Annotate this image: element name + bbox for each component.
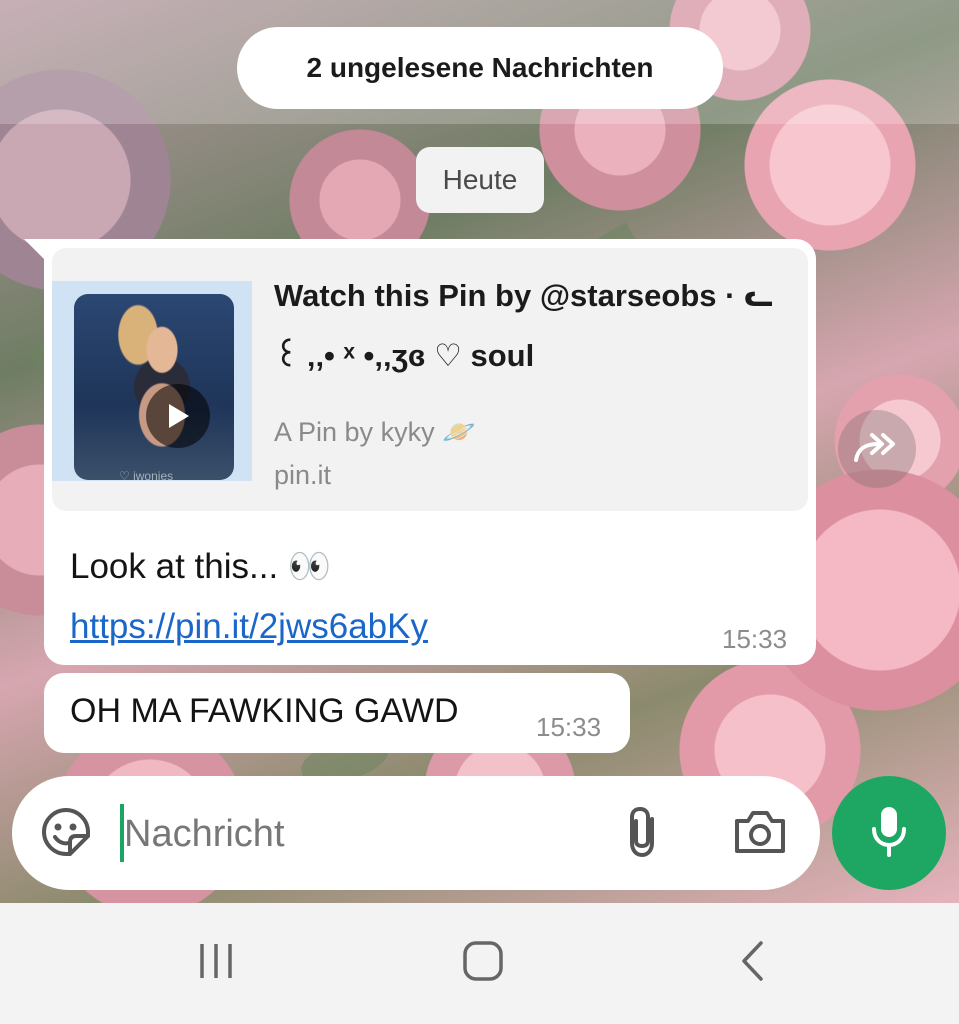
unread-messages-label: 2 ungelesene Nachrichten (306, 52, 654, 83)
preview-description: A Pin by kyky 🪐 (274, 417, 476, 447)
home-icon (462, 940, 504, 987)
message-input[interactable] (122, 804, 596, 864)
camera-button[interactable] (730, 806, 790, 862)
sticker-button[interactable] (38, 806, 94, 862)
preview-domain: pin.it (274, 460, 332, 490)
date-separator: Heute (416, 147, 544, 213)
bubble-tail (24, 239, 46, 261)
recents-button[interactable] (176, 933, 256, 993)
camera-icon (733, 809, 787, 860)
message-text-prefix: Look at this... 👀 (70, 547, 332, 586)
recents-icon (196, 942, 236, 985)
play-icon[interactable] (146, 384, 210, 448)
message-time: 15:33 (536, 712, 602, 742)
date-label: Heute (442, 164, 518, 195)
system-navigation-bar (0, 903, 959, 1024)
voice-message-button[interactable] (832, 776, 946, 890)
attach-button[interactable] (616, 806, 672, 862)
thumbnail-watermark: ♡ jwonies (119, 469, 174, 480)
message-time: 15:33 (722, 624, 788, 654)
back-button[interactable] (712, 933, 792, 993)
message-text: Look at this... 👀 https://pin.it/2jws6ab… (70, 537, 690, 657)
link-preview-card[interactable]: ♡ jwonies Watch this Pin by @starseobs ·… (52, 248, 808, 511)
forward-button[interactable] (838, 410, 916, 488)
microphone-icon (869, 803, 909, 864)
unread-messages-banner[interactable]: 2 ungelesene Nachrichten (237, 27, 723, 109)
back-icon (739, 940, 765, 987)
message-link[interactable]: https://pin.it/2jws6abKy (70, 607, 428, 646)
message-composer (12, 776, 820, 890)
preview-title: Watch this Pin by @starseobs · ᓚ ꒰ ‚‚• ˣ… (274, 278, 773, 373)
forward-icon (852, 430, 902, 469)
paperclip-icon (624, 805, 664, 864)
preview-thumbnail[interactable]: ♡ jwonies (74, 294, 234, 480)
message-text: OH MA FAWKING GAWD (70, 692, 459, 730)
home-button[interactable] (443, 933, 523, 993)
sticker-icon (40, 806, 92, 863)
